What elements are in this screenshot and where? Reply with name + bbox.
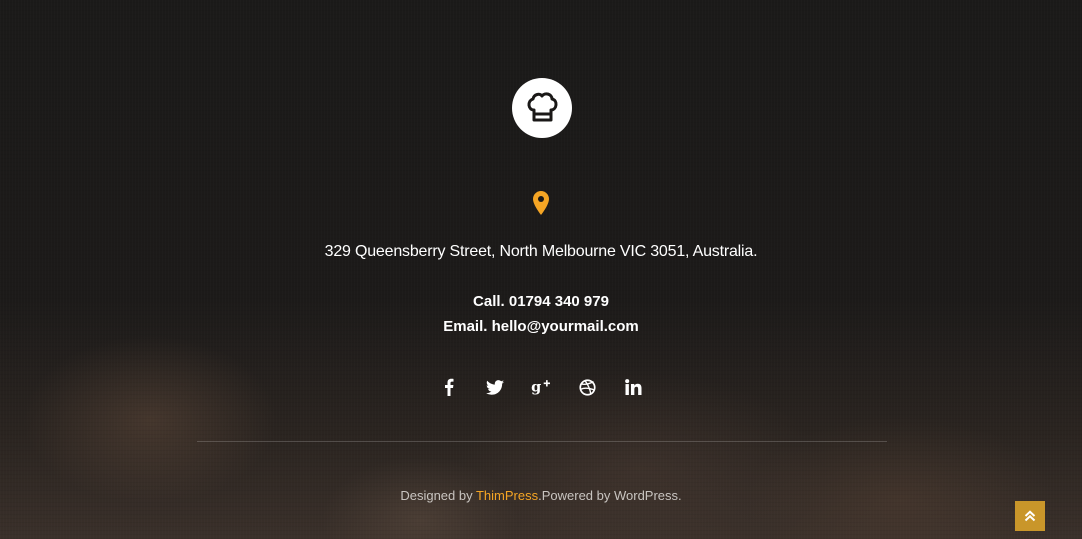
social-links: g bbox=[0, 376, 1082, 398]
address-text: 329 Queensberry Street, North Melbourne … bbox=[324, 243, 758, 260]
linkedin-link[interactable] bbox=[622, 376, 644, 398]
linkedin-icon bbox=[624, 379, 641, 395]
svg-text:g: g bbox=[531, 379, 541, 396]
facebook-link[interactable] bbox=[438, 376, 460, 398]
email-text: Email. hello@yourmail.com bbox=[443, 318, 639, 335]
twitter-link[interactable] bbox=[484, 376, 506, 398]
phone-text: Call. 01794 340 979 bbox=[473, 293, 609, 310]
back-to-top-button[interactable] bbox=[1015, 501, 1045, 531]
footer-divider bbox=[197, 441, 887, 442]
credits-suffix: .Powered by WordPress. bbox=[538, 488, 682, 503]
chef-hat-icon bbox=[527, 92, 558, 122]
site-footer: 329 Queensberry Street, North Melbourne … bbox=[0, 0, 1082, 539]
dribbble-link[interactable] bbox=[576, 376, 598, 398]
chef-hat-logo[interactable] bbox=[512, 78, 572, 138]
facebook-icon bbox=[445, 378, 454, 396]
double-chevron-up-icon bbox=[1024, 510, 1036, 522]
map-pin-icon bbox=[533, 191, 549, 215]
twitter-icon bbox=[486, 379, 504, 395]
thimpress-link[interactable]: ThimPress bbox=[476, 488, 538, 503]
google-plus-icon: g bbox=[531, 379, 550, 396]
dribbble-icon bbox=[578, 378, 596, 396]
credits-prefix: Designed by bbox=[400, 488, 476, 503]
google-plus-link[interactable]: g bbox=[530, 376, 552, 398]
footer-credits: Designed by ThimPress.Powered by WordPre… bbox=[0, 488, 1082, 503]
